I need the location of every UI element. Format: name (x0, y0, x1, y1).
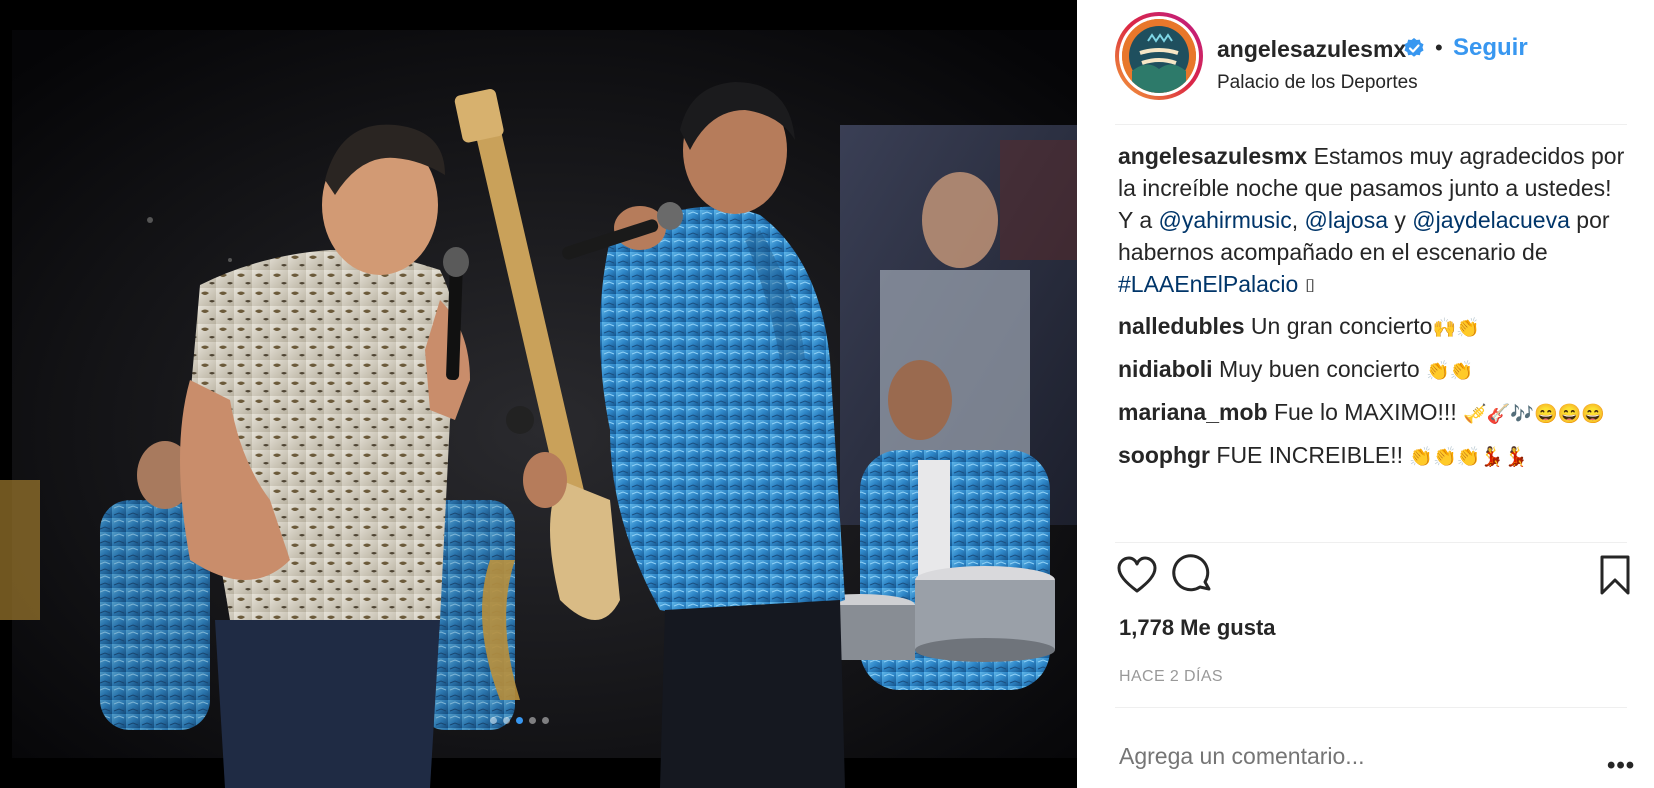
comment-emoji: 👏👏 (1426, 361, 1474, 382)
carousel-dot[interactable] (529, 717, 536, 724)
footer-divider (1115, 707, 1627, 708)
mention-link[interactable]: @lajosa (1305, 207, 1388, 233)
verified-badge-icon (1404, 38, 1424, 57)
hashtag-link[interactable]: #LAAEnElPalacio (1118, 271, 1298, 297)
caption-username[interactable]: angelesazulesmx (1118, 143, 1307, 169)
add-comment-input[interactable] (1119, 743, 1559, 770)
comment-emoji: 🎺🎸🎶😄😄😄 (1463, 404, 1606, 425)
concert-photo-illustration (0, 0, 1077, 788)
caption-text: Y a (1118, 207, 1159, 233)
comments-divider (1115, 542, 1627, 543)
comment-username[interactable]: mariana_mob (1118, 399, 1268, 425)
comment-text: FUE INCREIBLE!! (1210, 442, 1410, 468)
likes-count[interactable]: 1,778 Me gusta (1119, 615, 1276, 641)
comment-emoji: 👏👏👏💃💃 (1409, 447, 1528, 468)
comment-item: soophgr FUE INCREIBLE!! 👏👏👏💃💃 (1118, 439, 1628, 474)
comment-text: Fue lo MAXIMO!!! (1267, 399, 1464, 425)
carousel-dot[interactable] (503, 717, 510, 724)
post-photo[interactable] (0, 0, 1077, 788)
action-bar (1115, 553, 1635, 597)
unknown-glyph-icon: ⌷ (1304, 276, 1316, 296)
comment-item: mariana_mob Fue lo MAXIMO!!! 🎺🎸🎶😄😄😄 (1118, 396, 1628, 431)
mention-link[interactable]: @jaydelacueva (1412, 207, 1570, 233)
post-timestamp[interactable]: HACE 2 DÍAS (1119, 668, 1223, 686)
separator-dot: • (1435, 35, 1443, 60)
angeles-azules-logo (1122, 19, 1196, 93)
comment-username[interactable]: nalledubles (1118, 313, 1245, 339)
comment-emoji: 🙌👏 (1432, 318, 1480, 339)
caption: angelesazulesmx Estamos muy agradecidos … (1118, 140, 1628, 302)
comment-username[interactable]: nidiaboli (1118, 356, 1213, 382)
carousel-indicator[interactable] (490, 717, 549, 724)
heart-icon[interactable] (1115, 553, 1159, 597)
carousel-dot[interactable] (542, 717, 549, 724)
caption-text: y (1388, 207, 1413, 233)
post-username[interactable]: angelesazulesmx (1217, 36, 1406, 63)
comment-text: Muy buen concierto (1212, 356, 1427, 382)
comments-list[interactable]: angelesazulesmx Estamos muy agradecidos … (1118, 140, 1628, 540)
post-location[interactable]: Palacio de los Deportes (1217, 72, 1418, 94)
carousel-dot[interactable] (490, 717, 497, 724)
header-divider (1115, 124, 1627, 125)
caption-text: , (1291, 207, 1305, 233)
avatar[interactable] (1115, 12, 1203, 100)
bookmark-icon[interactable] (1593, 553, 1637, 597)
comment-username[interactable]: soophgr (1118, 442, 1210, 468)
avatar-ring-inner (1119, 16, 1199, 96)
comment-text: Un gran concierto (1244, 313, 1433, 339)
carousel-dot-active[interactable] (516, 717, 523, 724)
post-details-panel: angelesazulesmx • Seguir Palacio de los … (1077, 0, 1654, 788)
comment-item: nidiaboli Muy buen concierto 👏👏 (1118, 353, 1628, 388)
comment-item: nalledubles Un gran concierto🙌👏 (1118, 310, 1628, 345)
post-header: angelesazulesmx • Seguir Palacio de los … (1115, 12, 1635, 108)
more-options-icon[interactable]: ••• (1607, 752, 1635, 780)
mention-link[interactable]: @yahirmusic (1159, 207, 1292, 233)
avatar-image (1122, 19, 1196, 93)
follow-button[interactable]: Seguir (1453, 34, 1528, 62)
comment-icon[interactable] (1171, 553, 1215, 597)
